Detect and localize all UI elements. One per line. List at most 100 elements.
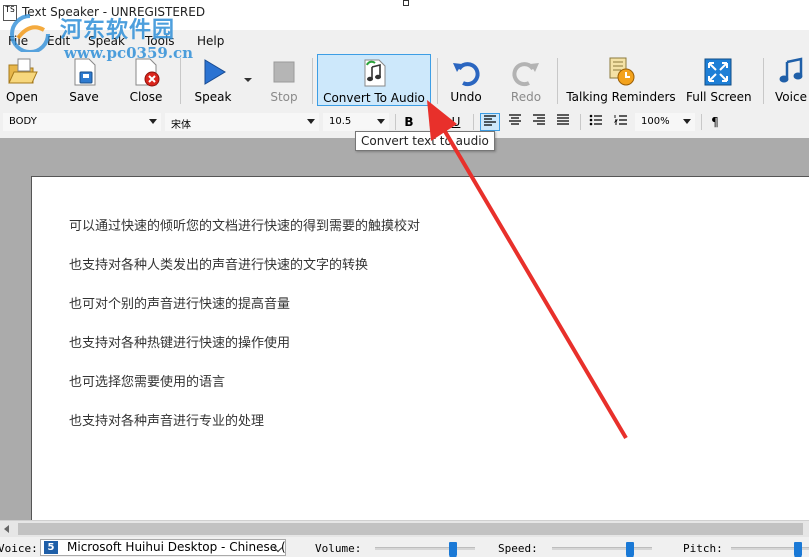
document-line: 也支持对各种声音进行专业的处理 <box>69 414 265 429</box>
voice-engine-icon: 5 <box>44 541 58 554</box>
save-button[interactable]: Save <box>64 54 104 106</box>
style-value: BODY <box>9 116 37 127</box>
chevron-down-icon <box>683 119 691 124</box>
italic-button[interactable]: I <box>422 113 442 131</box>
redo-label: Redo <box>510 90 542 104</box>
style-select[interactable]: BODY <box>2 112 162 132</box>
window-title: Text Speaker - UNREGISTERED <box>22 5 206 19</box>
full-screen-icon <box>704 58 732 86</box>
font-size-select[interactable]: 10.5 <box>322 112 390 132</box>
full-screen-button[interactable]: Full Screen <box>686 54 752 106</box>
align-right-icon <box>533 114 545 125</box>
open-button[interactable]: Open <box>2 54 42 106</box>
align-left-icon <box>484 115 496 126</box>
close-button[interactable]: Close <box>124 54 168 106</box>
menu-speak[interactable]: Speak <box>88 34 125 48</box>
menu-bar: File Edit Speak Tools Help <box>0 30 809 52</box>
volume-slider[interactable] <box>375 542 475 557</box>
toolbar-divider <box>312 58 313 104</box>
voice-button[interactable]: Voice <box>771 54 809 106</box>
align-center-icon <box>509 114 521 125</box>
menu-file[interactable]: File <box>8 34 28 48</box>
chevron-down-icon <box>307 119 315 124</box>
convert-audio-icon <box>364 59 386 87</box>
pitch-slider-handle[interactable] <box>794 542 802 557</box>
speed-slider[interactable] <box>552 542 652 557</box>
undo-icon <box>453 62 480 87</box>
convert-to-audio-label: Convert To Audio <box>323 91 425 105</box>
document-line: 也可选择您需要使用的语言 <box>69 375 226 390</box>
play-icon <box>204 59 226 85</box>
font-value: 宋体 <box>171 120 191 131</box>
document-line: 可以通过快速的倾听您的文档进行快速的得到需要的触摸校对 <box>69 219 421 234</box>
format-divider <box>701 114 702 130</box>
pitch-label: Pitch: <box>683 542 723 555</box>
status-bar: Voice: 5 Microsoft Huihui Desktop - Chin… <box>0 537 809 557</box>
pitch-slider[interactable] <box>731 542 809 557</box>
align-right-button[interactable] <box>529 113 549 131</box>
align-justify-button[interactable] <box>553 113 573 131</box>
speed-slider-handle[interactable] <box>626 542 634 557</box>
volume-slider-handle[interactable] <box>449 542 457 557</box>
underline-button[interactable]: U <box>446 113 466 131</box>
format-divider <box>473 114 474 130</box>
menu-edit[interactable]: Edit <box>47 34 70 48</box>
align-left-button[interactable] <box>480 113 500 131</box>
bullet-list-button[interactable] <box>586 113 606 131</box>
voice-label: Voice: <box>0 542 38 555</box>
convert-tooltip: Convert text to audio <box>355 131 495 151</box>
save-label: Save <box>69 90 99 104</box>
font-size-value: 10.5 <box>329 116 352 127</box>
align-justify-icon <box>557 114 569 125</box>
document-line: 也支持对各种人类发出的声音进行快速的文字的转换 <box>69 258 369 273</box>
toolbar-divider <box>180 58 181 104</box>
redo-button[interactable]: Redo <box>506 54 546 106</box>
document-line: 也可对个别的声音进行快速的提高音量 <box>69 297 291 312</box>
talking-reminders-button[interactable]: Talking Reminders <box>565 54 677 106</box>
menu-tools[interactable]: Tools <box>145 34 175 48</box>
app-icon: TS <box>3 5 17 21</box>
talking-reminders-label: Talking Reminders <box>566 90 676 104</box>
undo-button[interactable]: Undo <box>446 54 486 106</box>
volume-label: Volume: <box>315 542 362 555</box>
speak-label: Speak <box>194 90 232 104</box>
stop-icon <box>273 61 295 83</box>
menu-help[interactable]: Help <box>197 34 224 48</box>
convert-to-audio-button[interactable]: Convert To Audio <box>317 54 431 106</box>
format-divider <box>580 114 581 130</box>
scroll-left-icon[interactable] <box>4 525 9 533</box>
speak-dropdown-arrow-icon[interactable] <box>244 76 252 84</box>
zoom-select[interactable]: 100% <box>634 112 696 132</box>
speak-button[interactable]: Speak <box>190 54 236 106</box>
numbered-list-icon <box>613 115 627 125</box>
format-divider <box>395 114 396 130</box>
volume-track <box>375 547 475 550</box>
bold-button[interactable]: B <box>399 113 419 131</box>
voice-label: Voice <box>775 90 807 104</box>
font-select[interactable]: 宋体 <box>164 112 320 132</box>
align-center-button[interactable] <box>505 113 525 131</box>
toolbar-divider <box>437 58 438 104</box>
stop-button[interactable]: Stop <box>264 54 304 106</box>
redo-icon <box>512 62 539 87</box>
document-line: 也支持对各种热键进行快速的操作使用 <box>69 336 291 351</box>
toolbar-divider <box>763 58 764 104</box>
save-icon <box>74 58 96 86</box>
voice-select-value: Microsoft Huihui Desktop - Chinese ( <box>67 540 286 554</box>
chevron-down-icon <box>149 119 157 124</box>
full-screen-label: Full Screen <box>686 90 752 104</box>
speed-label: Speed: <box>498 542 538 555</box>
document-area: 可以通过快速的倾听您的文档进行快速的得到需要的触摸校对 也支持对各种人类发出的声… <box>0 138 809 520</box>
speed-track <box>552 547 652 550</box>
voice-select[interactable]: 5 Microsoft Huihui Desktop - Chinese ( <box>40 539 286 556</box>
document-page[interactable]: 可以通过快速的倾听您的文档进行快速的得到需要的触摸校对 也支持对各种人类发出的声… <box>31 176 809 520</box>
window-control-icon[interactable] <box>403 0 409 6</box>
bullet-list-icon <box>589 114 602 126</box>
title-bar: TS Text Speaker - UNREGISTERED <box>0 0 809 30</box>
toolbar-divider <box>557 58 558 104</box>
scrollbar-thumb[interactable] <box>18 523 803 535</box>
show-formatting-button[interactable]: ¶ <box>705 113 725 131</box>
horizontal-scrollbar[interactable] <box>0 520 809 537</box>
open-label: Open <box>5 90 39 104</box>
numbered-list-button[interactable] <box>611 113 631 131</box>
